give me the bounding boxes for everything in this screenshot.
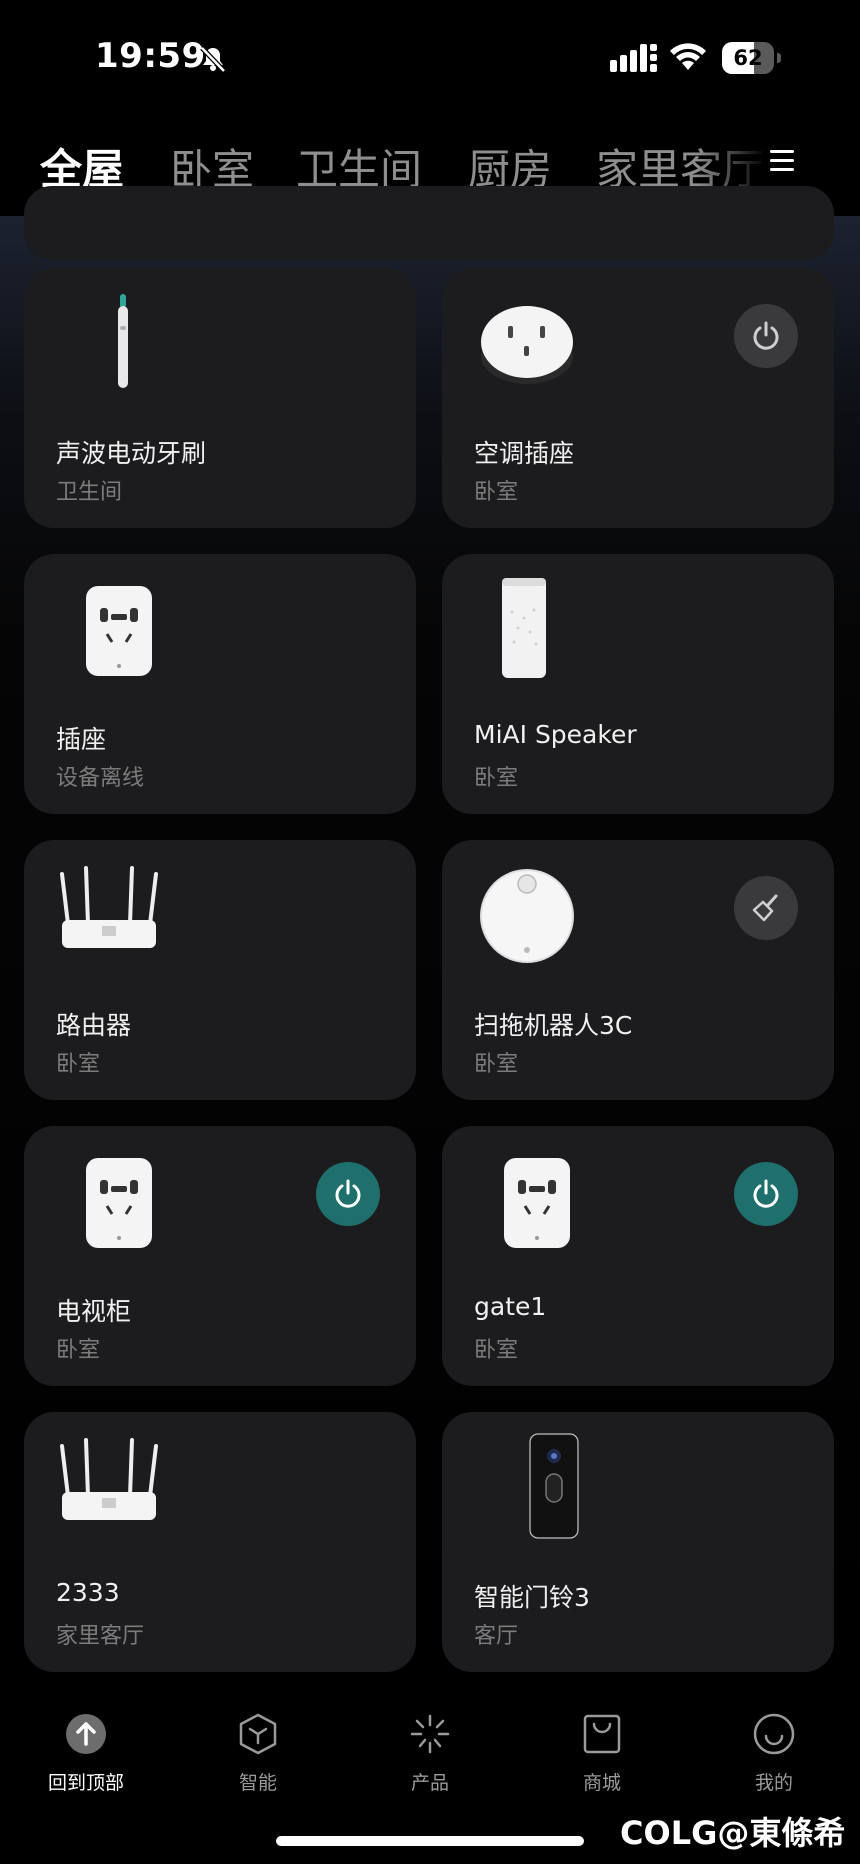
router-icon bbox=[60, 1438, 158, 1520]
wifi-icon bbox=[670, 43, 706, 70]
device-room: 卧室 bbox=[474, 480, 519, 505]
device-card[interactable]: gate1 卧室 bbox=[442, 1126, 834, 1386]
home-indicator[interactable] bbox=[276, 1836, 584, 1846]
nav-label: 产品 bbox=[410, 1772, 449, 1794]
device-room: 卫生间 bbox=[56, 480, 123, 505]
nav-smart[interactable]: 智能 bbox=[198, 1712, 318, 1795]
battery-nub bbox=[777, 53, 781, 63]
clean-button[interactable] bbox=[734, 876, 798, 940]
device-card[interactable]: 空调插座 卧室 bbox=[442, 268, 834, 528]
device-card[interactable]: 扫拖机器人3C 卧室 bbox=[442, 840, 834, 1100]
device-room: 家里客厅 bbox=[56, 1624, 145, 1649]
smart-plug-icon bbox=[504, 1158, 570, 1248]
device-name: 空调插座 bbox=[474, 439, 575, 468]
smart-plug-icon bbox=[86, 586, 152, 676]
nav-label: 回到顶部 bbox=[47, 1772, 124, 1794]
device-room: 设备离线 bbox=[56, 766, 145, 791]
bell-muted-icon bbox=[200, 46, 226, 73]
speaker-icon bbox=[502, 578, 546, 678]
nav-back-to-top[interactable]: 回到顶部 bbox=[26, 1712, 146, 1795]
battery-percent: 62 bbox=[733, 46, 763, 70]
nav-label: 我的 bbox=[754, 1772, 793, 1794]
device-name: 电视柜 bbox=[56, 1297, 132, 1326]
arrow-up-icon bbox=[66, 1714, 106, 1754]
previous-card-edge bbox=[24, 186, 834, 260]
toothbrush-icon bbox=[118, 294, 128, 388]
device-name: MiAI Speaker bbox=[474, 720, 637, 749]
nav-label: 商城 bbox=[582, 1772, 621, 1794]
power-icon bbox=[753, 1179, 779, 1208]
battery-body: 62 bbox=[722, 42, 774, 74]
device-name: 智能门铃3 bbox=[474, 1583, 590, 1612]
cellular-signal-icon bbox=[610, 44, 657, 72]
ac-plug-icon bbox=[481, 306, 573, 384]
device-name: gate1 bbox=[474, 1292, 547, 1321]
broom-icon bbox=[752, 894, 778, 922]
device-name: 扫拖机器人3C bbox=[474, 1011, 633, 1040]
power-button[interactable] bbox=[734, 304, 798, 368]
nav-store[interactable]: 商城 bbox=[542, 1712, 662, 1795]
device-card[interactable]: 插座 设备离线 bbox=[24, 554, 416, 814]
robot-vacuum-icon bbox=[480, 869, 574, 963]
device-card[interactable]: 智能门铃3 客厅 bbox=[442, 1412, 834, 1672]
cube-icon bbox=[239, 1713, 277, 1755]
doorbell-icon bbox=[529, 1433, 579, 1539]
smiley-icon bbox=[753, 1713, 795, 1755]
router-icon bbox=[60, 866, 158, 948]
battery-indicator: 62 bbox=[722, 42, 782, 74]
device-name: 2333 bbox=[56, 1578, 120, 1607]
device-card[interactable]: MiAI Speaker 卧室 bbox=[442, 554, 834, 814]
nav-products[interactable]: 产品 bbox=[370, 1712, 490, 1795]
device-room: 卧室 bbox=[56, 1338, 101, 1363]
device-name: 路由器 bbox=[56, 1011, 132, 1040]
device-room: 卧室 bbox=[474, 1338, 519, 1363]
shopping-bag-icon bbox=[583, 1714, 621, 1754]
device-room: 客厅 bbox=[474, 1624, 519, 1649]
device-card[interactable]: 声波电动牙刷 卫生间 bbox=[24, 268, 416, 528]
device-card[interactable]: 电视柜 卧室 bbox=[24, 1126, 416, 1386]
device-room: 卧室 bbox=[474, 1052, 519, 1077]
device-grid: 声波电动牙刷 卫生间 空调插座 卧室 插座 设备离线 MiAI Speaker … bbox=[0, 186, 860, 1680]
watermark: COLG@東條希 bbox=[620, 1814, 846, 1852]
menu-icon[interactable] bbox=[770, 150, 794, 172]
device-room: 卧室 bbox=[56, 1052, 101, 1077]
status-time: 19:59 bbox=[95, 36, 206, 76]
status-bar: 19:59 62 bbox=[0, 0, 860, 110]
power-icon bbox=[335, 1179, 361, 1208]
sparkle-icon bbox=[410, 1714, 450, 1754]
power-button[interactable] bbox=[316, 1162, 380, 1226]
smart-plug-icon bbox=[86, 1158, 152, 1248]
device-name: 声波电动牙刷 bbox=[56, 439, 207, 468]
device-name: 插座 bbox=[56, 725, 107, 754]
nav-profile[interactable]: 我的 bbox=[714, 1712, 834, 1795]
device-room: 卧室 bbox=[474, 766, 519, 791]
power-icon bbox=[753, 321, 779, 350]
device-card[interactable]: 2333 家里客厅 bbox=[24, 1412, 416, 1672]
nav-label: 智能 bbox=[238, 1772, 277, 1794]
power-button[interactable] bbox=[734, 1162, 798, 1226]
device-card[interactable]: 路由器 卧室 bbox=[24, 840, 416, 1100]
